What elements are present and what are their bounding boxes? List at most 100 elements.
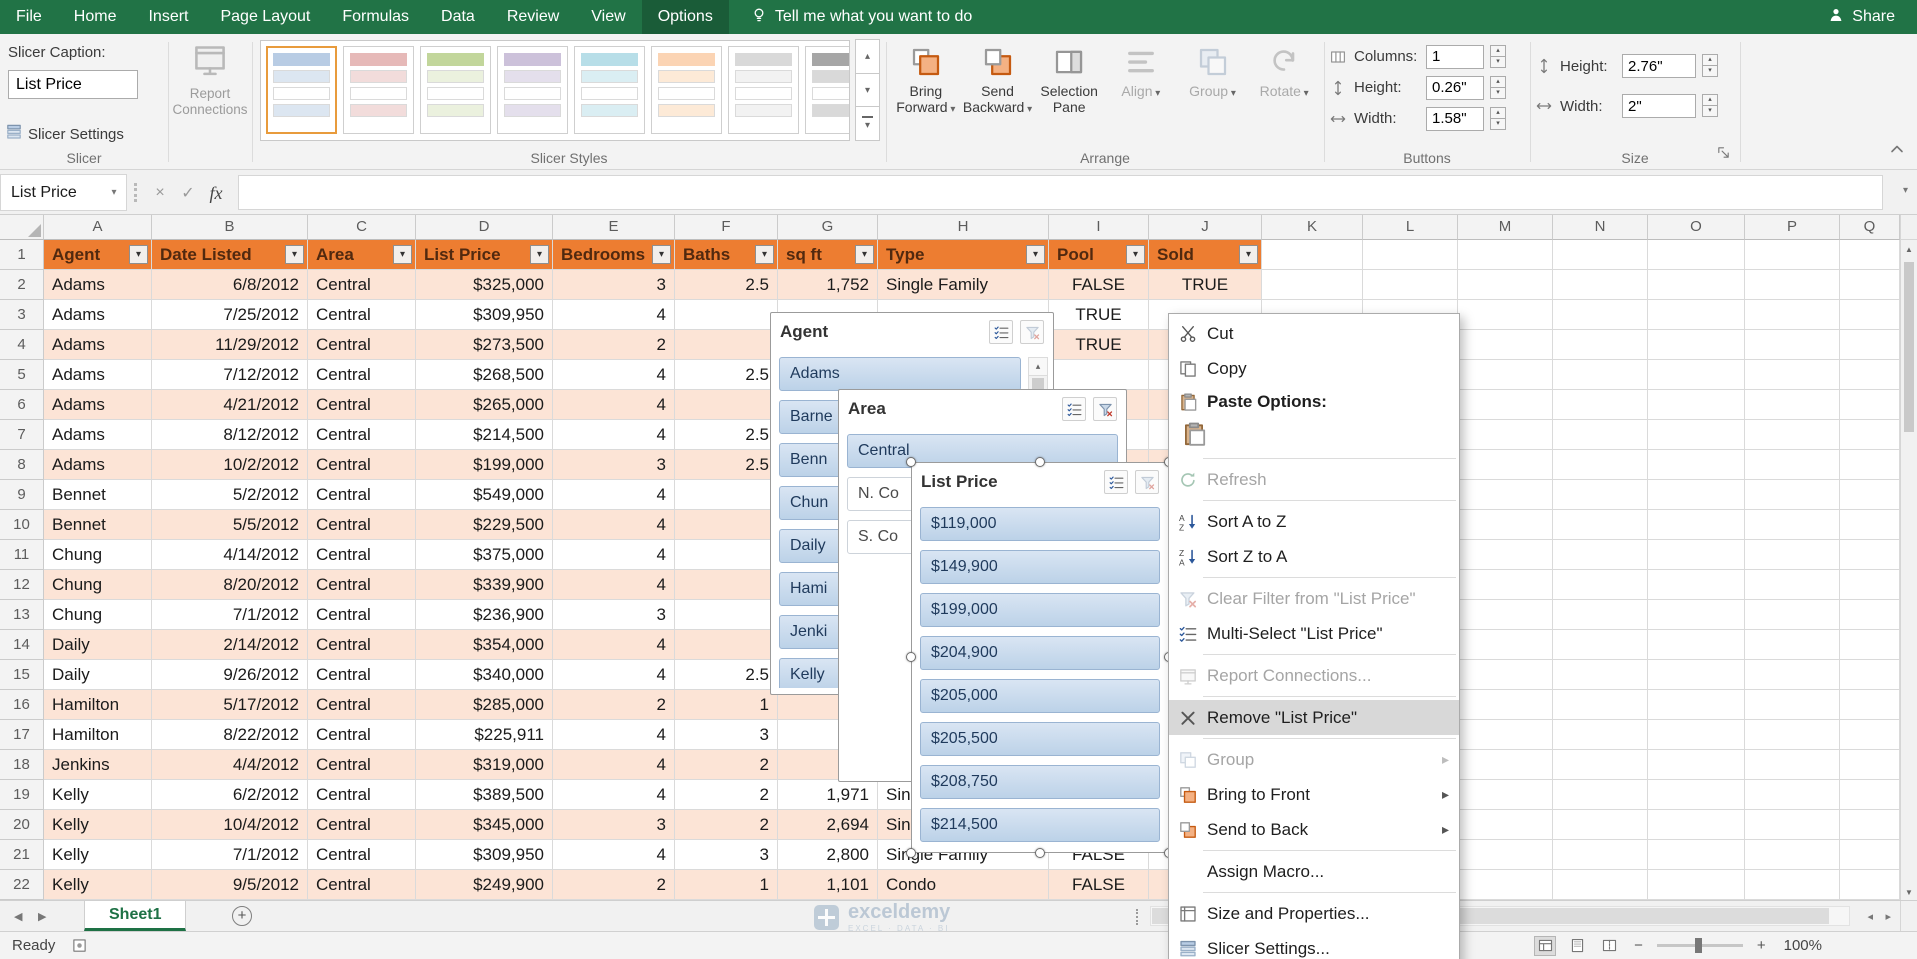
cell-A22[interactable]: Kelly	[44, 870, 152, 900]
cell-G19[interactable]: 1,971	[778, 780, 878, 810]
filter-button-bedrooms[interactable]: ▾	[652, 245, 671, 264]
hscroll-right-arrow[interactable]: ▸	[1885, 910, 1891, 923]
zoom-in-button[interactable]: +	[1753, 937, 1770, 954]
cell-O16[interactable]	[1648, 690, 1745, 720]
context-menu-item-multi-select-list-price[interactable]: Multi-Select "List Price"	[1169, 616, 1459, 651]
ribbon-tab-file[interactable]: File	[0, 0, 58, 34]
context-menu-item-assign-macro[interactable]: Assign Macro...	[1169, 854, 1459, 889]
cell-N16[interactable]	[1553, 690, 1648, 720]
ribbon-tab-insert[interactable]: Insert	[132, 0, 204, 34]
name-box-splitter[interactable]	[134, 183, 137, 202]
zoom-out-button[interactable]: −	[1630, 937, 1647, 954]
cell-N3[interactable]	[1553, 300, 1648, 330]
ribbon-tab-page-layout[interactable]: Page Layout	[204, 0, 326, 34]
row-header-15[interactable]: 15	[0, 660, 44, 690]
row-header-14[interactable]: 14	[0, 630, 44, 660]
cell-M6[interactable]	[1458, 390, 1553, 420]
cell-A4[interactable]: Adams	[44, 330, 152, 360]
column-header-o[interactable]: O	[1648, 215, 1745, 240]
cell-M21[interactable]	[1458, 840, 1553, 870]
cell-D17[interactable]: $225,911	[416, 720, 553, 750]
slicer-list_price-item-214-500[interactable]: $214,500	[920, 808, 1160, 842]
column-header-a[interactable]: A	[44, 215, 152, 240]
cell-B14[interactable]: 2/14/2012	[152, 630, 308, 660]
cell-P4[interactable]	[1745, 330, 1840, 360]
cell-C6[interactable]: Central	[308, 390, 416, 420]
cell-O5[interactable]	[1648, 360, 1745, 390]
filter-button-sq-ft[interactable]: ▾	[855, 245, 874, 264]
row-header-19[interactable]: 19	[0, 780, 44, 810]
cell-O8[interactable]	[1648, 450, 1745, 480]
column-header-k[interactable]: K	[1262, 215, 1363, 240]
cell-F1[interactable]: Baths ▾	[675, 240, 778, 270]
collapse-ribbon-button[interactable]	[1889, 141, 1905, 161]
cell-A19[interactable]: Kelly	[44, 780, 152, 810]
share-button[interactable]: Share	[1806, 0, 1917, 34]
row-header-5[interactable]: 5	[0, 360, 44, 390]
cell-N14[interactable]	[1553, 630, 1648, 660]
cell-Q5[interactable]	[1840, 360, 1900, 390]
cell-P7[interactable]	[1745, 420, 1840, 450]
row-header-2[interactable]: 2	[0, 270, 44, 300]
cell-D1[interactable]: List Price ▾	[416, 240, 553, 270]
cell-O12[interactable]	[1648, 570, 1745, 600]
cell-G20[interactable]: 2,694	[778, 810, 878, 840]
cell-C17[interactable]: Central	[308, 720, 416, 750]
row-header-10[interactable]: 10	[0, 510, 44, 540]
cell-F3[interactable]	[675, 300, 778, 330]
column-header-d[interactable]: D	[416, 215, 553, 240]
cell-N2[interactable]	[1553, 270, 1648, 300]
cell-M8[interactable]	[1458, 450, 1553, 480]
cell-P13[interactable]	[1745, 600, 1840, 630]
cell-N6[interactable]	[1553, 390, 1648, 420]
cell-B3[interactable]: 7/25/2012	[152, 300, 308, 330]
cell-N17[interactable]	[1553, 720, 1648, 750]
cell-D4[interactable]: $273,500	[416, 330, 553, 360]
cell-N20[interactable]	[1553, 810, 1648, 840]
cell-M10[interactable]	[1458, 510, 1553, 540]
cell-E17[interactable]: 4	[553, 720, 675, 750]
name-box-dropdown[interactable]: ▾	[102, 187, 126, 198]
cell-E5[interactable]: 4	[553, 360, 675, 390]
slicer-agent-multiselect-button[interactable]	[989, 320, 1013, 344]
enter-button[interactable]: ✓	[175, 179, 201, 207]
slicer-selection-handle[interactable]	[906, 457, 916, 467]
cell-F18[interactable]: 2	[675, 750, 778, 780]
vertical-scrollbar-thumb[interactable]	[1904, 262, 1914, 432]
cell-F16[interactable]: 1	[675, 690, 778, 720]
cell-D20[interactable]: $345,000	[416, 810, 553, 840]
row-header-16[interactable]: 16	[0, 690, 44, 720]
cell-P5[interactable]	[1745, 360, 1840, 390]
cell-A11[interactable]: Chung	[44, 540, 152, 570]
cancel-button[interactable]: ×	[147, 179, 173, 207]
row-header-20[interactable]: 20	[0, 810, 44, 840]
cell-E15[interactable]: 4	[553, 660, 675, 690]
cell-P1[interactable]	[1745, 240, 1840, 270]
cell-D10[interactable]: $229,500	[416, 510, 553, 540]
slicer-agent-item-adams[interactable]: Adams	[779, 357, 1021, 391]
cell-F4[interactable]	[675, 330, 778, 360]
size-height-stepper[interactable]: ▴ ▾	[1702, 54, 1718, 77]
cell-B11[interactable]: 4/14/2012	[152, 540, 308, 570]
cell-Q12[interactable]	[1840, 570, 1900, 600]
cell-A7[interactable]: Adams	[44, 420, 152, 450]
ribbon-tab-data[interactable]: Data	[425, 0, 491, 34]
cell-E8[interactable]: 3	[553, 450, 675, 480]
buttons-width-input[interactable]	[1426, 106, 1484, 131]
cell-A6[interactable]: Adams	[44, 390, 152, 420]
cell-A14[interactable]: Daily	[44, 630, 152, 660]
cell-F21[interactable]: 3	[675, 840, 778, 870]
size-height-input[interactable]	[1622, 54, 1696, 78]
cell-P3[interactable]	[1745, 300, 1840, 330]
buttons-columns-stepper[interactable]: ▴ ▾	[1490, 44, 1506, 68]
slicer-list_price-multiselect-button[interactable]	[1104, 470, 1128, 494]
cell-E12[interactable]: 4	[553, 570, 675, 600]
cell-P14[interactable]	[1745, 630, 1840, 660]
cell-K1[interactable]	[1262, 240, 1363, 270]
column-header-i[interactable]: I	[1049, 215, 1149, 240]
cell-C20[interactable]: Central	[308, 810, 416, 840]
cell-E22[interactable]: 2	[553, 870, 675, 900]
cell-B2[interactable]: 6/8/2012	[152, 270, 308, 300]
slicer-style-3[interactable]	[420, 46, 491, 134]
cell-C12[interactable]: Central	[308, 570, 416, 600]
